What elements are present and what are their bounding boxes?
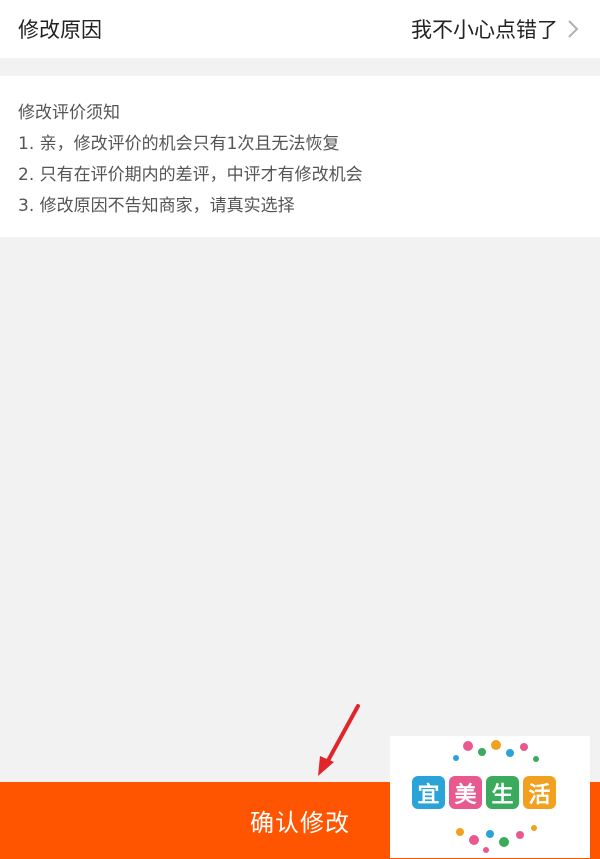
watermark-char: 活	[523, 776, 556, 809]
red-arrow-icon	[318, 704, 360, 776]
modify-reason-row[interactable]: 修改原因 我不小心点错了	[0, 0, 600, 58]
watermark-chars: 宜 美 生 活	[412, 776, 556, 809]
modify-reason-label: 修改原因	[18, 18, 102, 42]
confirm-modify-label: 确认修改	[250, 809, 350, 837]
modify-reason-selector[interactable]: 我不小心点错了	[411, 14, 580, 44]
notice-title: 修改评价须知	[18, 103, 120, 123]
notice-item: 2. 只有在评价期内的差评，中评才有修改机会	[18, 165, 363, 185]
modify-notice-panel: 修改评价须知 1. 亲，修改评价的机会只有1次且无法恢复 2. 只有在评价期内的…	[0, 76, 600, 237]
notice-item: 3. 修改原因不告知商家，请真实选择	[18, 196, 295, 216]
watermark-char: 宜	[412, 776, 445, 809]
watermark-char: 美	[449, 776, 482, 809]
notice-item: 1. 亲，修改评价的机会只有1次且无法恢复	[18, 134, 340, 154]
watermark-logo: 宜 美 生 活	[390, 736, 590, 858]
watermark-char: 生	[486, 776, 519, 809]
modify-reason-value: 我不小心点错了	[411, 18, 558, 42]
chevron-right-icon	[568, 20, 579, 38]
